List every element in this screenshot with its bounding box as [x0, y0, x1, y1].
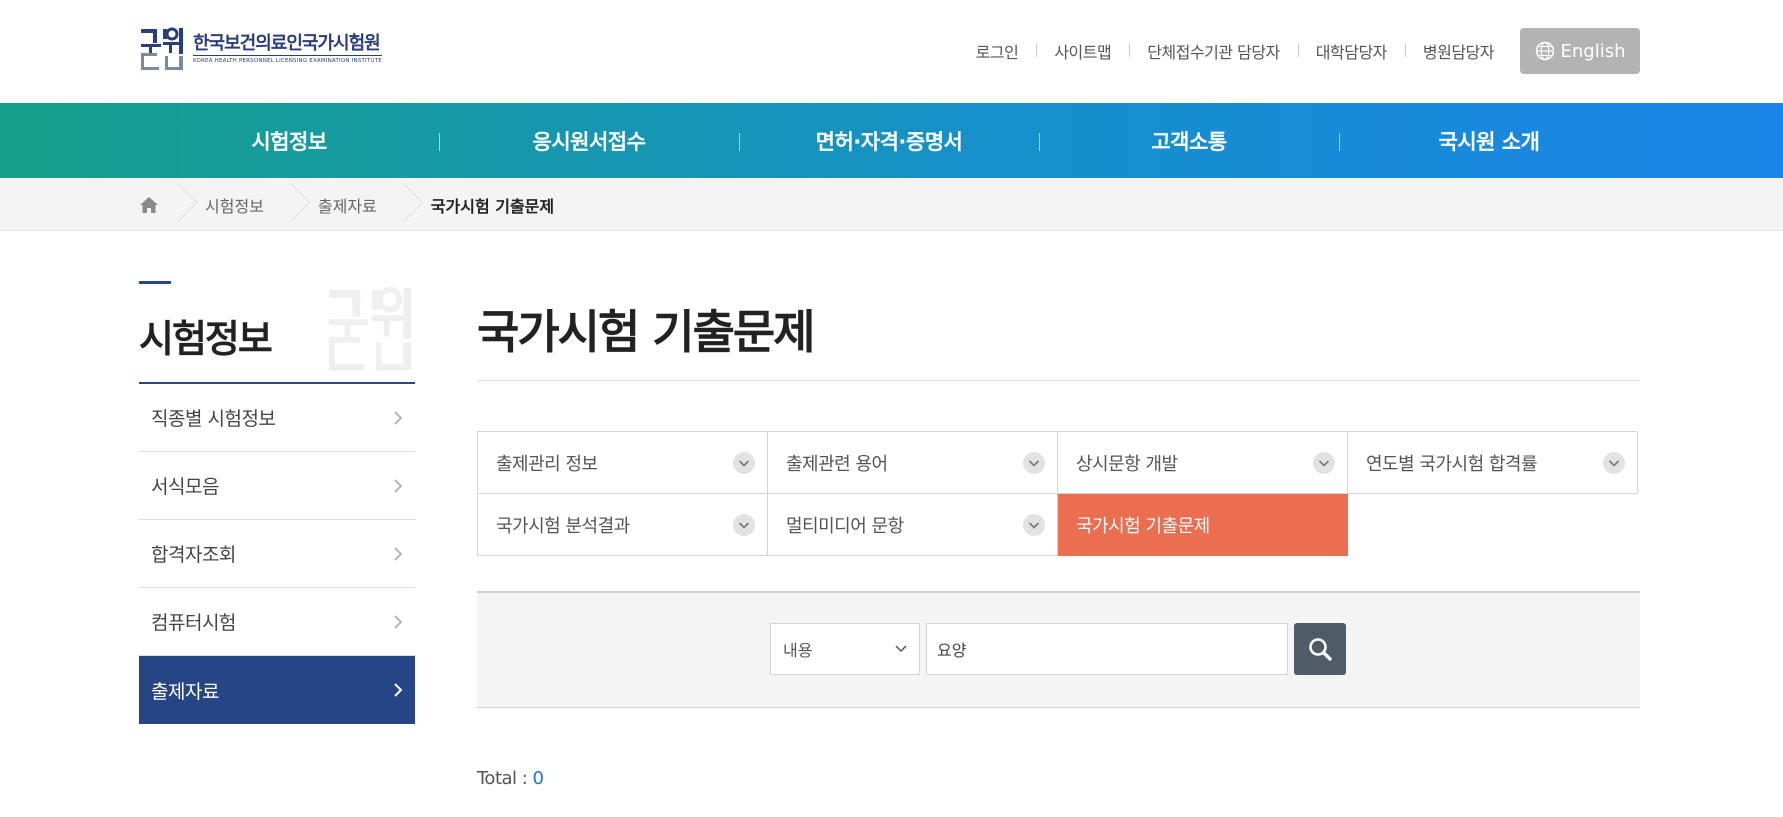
sub-tab[interactable]: 연도별 국가시험 합격률: [1348, 432, 1638, 494]
sub-tab[interactable]: 국가시험 분석결과: [478, 494, 768, 556]
university-admin-link[interactable]: 대학담당자: [1297, 39, 1405, 63]
sub-tab-label: 출제관리 정보: [496, 453, 598, 475]
chevron-right-icon: [394, 410, 403, 425]
hospital-admin-link[interactable]: 병원담당자: [1404, 39, 1520, 63]
logo-watermark-icon: [328, 286, 412, 371]
logo-mark-icon: [141, 27, 183, 70]
group-admin-link[interactable]: 단체접수기관 담당자: [1129, 39, 1298, 63]
breadcrumb: 시험정보 출제자료 국가시험 기출문제: [0, 178, 1783, 231]
chevron-right-icon: [394, 546, 403, 561]
chevron-down-icon: [733, 451, 755, 474]
main-nav: 시험정보 응시원서접수 면허·자격·증명서 고객소통 국시원 소개: [0, 103, 1783, 178]
sub-tab[interactable]: 상시문항 개발: [1058, 432, 1348, 494]
search-type-value: 내용: [783, 641, 813, 660]
chevron-down-icon: [1313, 451, 1335, 474]
home-icon[interactable]: [139, 196, 159, 214]
search-button[interactable]: [1294, 623, 1346, 675]
sub-tab-label: 국가시험 기출문제: [1076, 515, 1210, 537]
chevron-down-icon: [895, 645, 907, 653]
globe-icon: [1535, 41, 1554, 61]
sub-tab-active[interactable]: 국가시험 기출문제: [1058, 494, 1348, 556]
search-type-select[interactable]: 내용: [770, 623, 920, 675]
side-nav-title: 시험정보: [139, 317, 273, 361]
breadcrumb-current[interactable]: 국가시험 기출문제: [407, 178, 584, 231]
total-count-label: Total : 0: [477, 768, 544, 789]
utility-nav: 로그인 사이트맵 단체접수기관 담당자 대학담당자 병원담당자 English: [958, 28, 1640, 74]
site-header: 한국보건의료인국가시험원 KOREA HEALTH PERSONNEL LICE…: [0, 0, 1783, 103]
chevron-down-icon: [1023, 451, 1045, 474]
side-nav-item-label: 컴퓨터시험: [151, 612, 236, 634]
side-nav-item[interactable]: 서식모음: [139, 452, 415, 520]
page-title: 국가시험 기출문제: [477, 305, 816, 359]
side-nav-item-label: 합격자조회: [151, 544, 236, 566]
search-panel: 내용: [477, 591, 1640, 708]
sub-tab-label: 연도별 국가시험 합격률: [1366, 453, 1538, 475]
login-link[interactable]: 로그인: [958, 39, 1037, 63]
gnb-exam-info[interactable]: 시험정보: [139, 103, 439, 178]
side-nav-item-label: 직종별 시험정보: [151, 408, 276, 430]
chevron-down-icon: [1023, 513, 1045, 536]
side-nav-item[interactable]: 컴퓨터시험: [139, 588, 415, 656]
sitemap-link[interactable]: 사이트맵: [1036, 39, 1129, 63]
gnb-customer[interactable]: 고객소통: [1039, 103, 1339, 178]
title-divider: [477, 380, 1640, 381]
gnb-license[interactable]: 면허·자격·증명서: [739, 103, 1039, 178]
chevron-down-icon: [1603, 451, 1625, 474]
sub-tab[interactable]: 출제관련 용어: [768, 432, 1058, 494]
sub-tab-label: 국가시험 분석결과: [496, 515, 630, 537]
side-nav: 시험정보 직종별 시험정보 서식모음 합격자조회 컴퓨터시험 출제자료: [139, 281, 415, 724]
chevron-right-icon: [394, 614, 403, 629]
side-nav-item-label: 서식모음: [151, 476, 219, 498]
chevron-down-icon: [733, 513, 755, 536]
sub-tab-grid: 출제관리 정보 출제관련 용어 상시문항 개발 연도별 국가시험 합격률 국가시…: [477, 431, 1638, 556]
side-nav-item-active[interactable]: 출제자료: [139, 656, 415, 724]
total-count: 0: [532, 768, 544, 789]
site-logo[interactable]: 한국보건의료인국가시험원 KOREA HEALTH PERSONNEL LICE…: [139, 26, 382, 72]
gnb-application[interactable]: 응시원서접수: [439, 103, 739, 178]
side-nav-item[interactable]: 직종별 시험정보: [139, 384, 415, 452]
chevron-right-icon: [394, 478, 403, 493]
search-icon: [1309, 638, 1332, 661]
sub-tab-label: 상시문항 개발: [1076, 453, 1178, 475]
sub-tab-label: 멀티미디어 문항: [786, 515, 904, 537]
sub-tab-label: 출제관련 용어: [786, 453, 888, 475]
side-nav-item[interactable]: 합격자조회: [139, 520, 415, 588]
chevron-right-icon: [394, 683, 403, 697]
sub-tab[interactable]: 출제관리 정보: [478, 432, 768, 494]
sub-tab-empty: [1348, 494, 1638, 556]
sub-tab[interactable]: 멀티미디어 문항: [768, 494, 1058, 556]
logo-name-en: KOREA HEALTH PERSONNEL LICENSING EXAMINA…: [193, 55, 382, 65]
english-label: English: [1560, 40, 1626, 62]
english-button[interactable]: English: [1520, 28, 1640, 74]
total-label: Total :: [477, 768, 533, 789]
search-input[interactable]: [926, 623, 1288, 675]
gnb-about[interactable]: 국시원 소개: [1339, 103, 1639, 178]
side-nav-item-label: 출제자료: [151, 680, 219, 703]
logo-name-kr: 한국보건의료인국가시험원: [193, 33, 381, 54]
